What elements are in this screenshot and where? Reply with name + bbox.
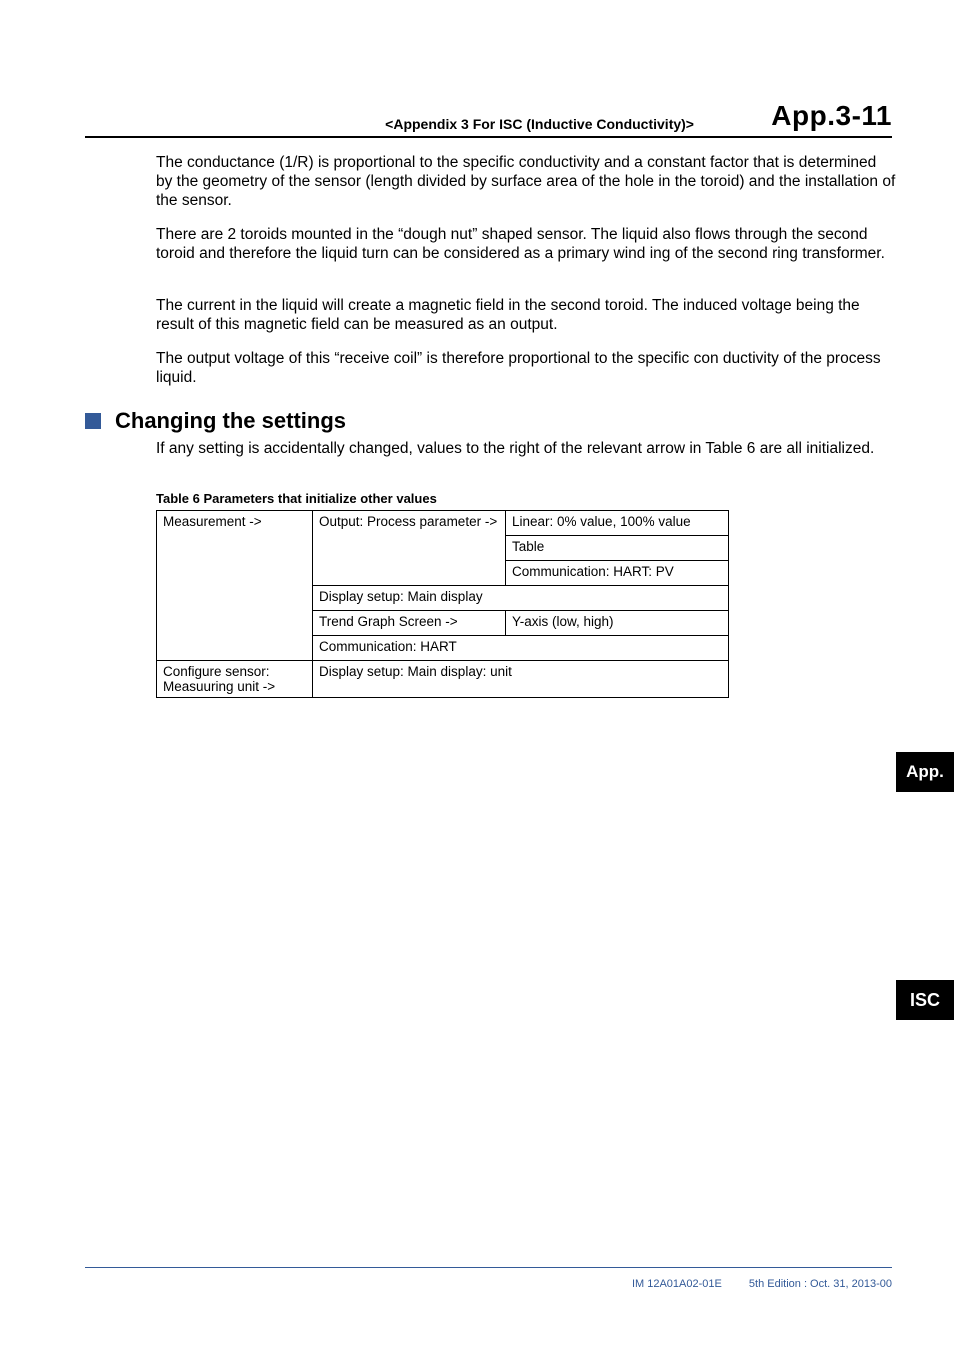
table-cell: Linear: 0% value, 100% value — [506, 511, 729, 536]
page: <Appendix 3 For ISC (Inductive Conductiv… — [0, 0, 954, 1350]
side-tab-app: App. — [896, 752, 954, 792]
parameters-table: Measurement -> Output: Process parameter… — [156, 510, 729, 698]
paragraph: There are 2 toroids mounted in the “doug… — [156, 226, 896, 264]
table-caption: Table 6 Parameters that initialize other… — [156, 491, 437, 506]
running-head-chapter: <Appendix 3 For ISC (Inductive Conductiv… — [385, 116, 694, 132]
paragraph: The current in the liquid will create a … — [156, 297, 896, 335]
paragraph: The output voltage of this “receive coil… — [156, 350, 896, 388]
running-head-page: App.3-11 — [771, 100, 892, 132]
paragraph: If any setting is accidentally changed, … — [156, 440, 896, 459]
footer-rule — [85, 1267, 892, 1268]
section-heading-text: Changing the settings — [115, 408, 346, 434]
table-cell: Trend Graph Screen -> — [313, 611, 506, 636]
table-cell: Communication: HART — [313, 636, 729, 661]
footer-edition: 5th Edition : Oct. 31, 2013-00 — [749, 1278, 892, 1290]
table-cell: Display setup: Main display — [313, 586, 729, 611]
table-row: Configure sensor: Measuuring unit -> Dis… — [157, 661, 729, 698]
table-cell: Display setup: Main display: unit — [313, 661, 729, 698]
side-tab-isc: ISC — [896, 980, 954, 1020]
footer-doc-id: IM 12A01A02-01E — [632, 1278, 722, 1290]
table-row: Measurement -> Output: Process parameter… — [157, 511, 729, 536]
table-cell: Output: Process parameter -> — [313, 511, 506, 586]
table-cell: Measurement -> — [157, 511, 313, 661]
square-bullet-icon — [85, 413, 101, 429]
table-cell: Table — [506, 536, 729, 561]
section-heading: Changing the settings — [85, 408, 346, 434]
table-cell: Configure sensor: Measuuring unit -> — [157, 661, 313, 698]
table-cell: Y-axis (low, high) — [506, 611, 729, 636]
header-rule — [85, 136, 892, 138]
footer-text: IM 12A01A02-01E 5th Edition : Oct. 31, 2… — [632, 1278, 892, 1290]
paragraph: The conductance (1/R) is proportional to… — [156, 154, 896, 211]
table-cell: Communication: HART: PV — [506, 561, 729, 586]
